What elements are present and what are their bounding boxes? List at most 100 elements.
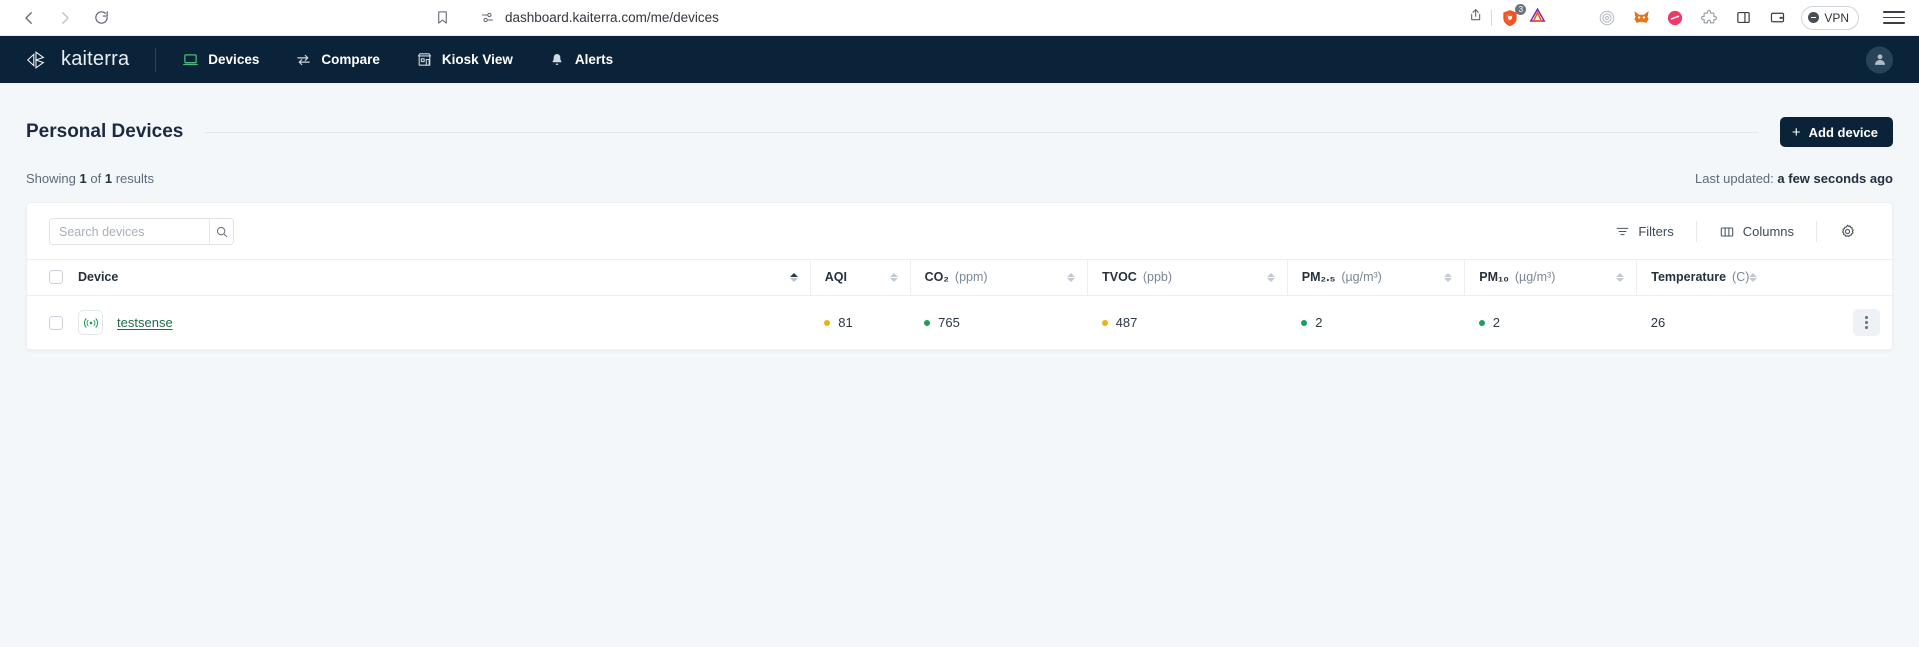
column-header-pm10[interactable]: PM₁₀ (µg/m³) — [1464, 259, 1637, 296]
reload-button[interactable] — [86, 3, 116, 33]
co2-value: 765 — [938, 315, 960, 330]
column-unit-temperature: (C) — [1732, 270, 1750, 284]
back-button[interactable] — [14, 3, 44, 33]
nav-item-compare[interactable]: Compare — [293, 47, 382, 72]
co2-status-dot — [924, 319, 931, 326]
column-unit-pm25: (µg/m³) — [1341, 270, 1382, 284]
brave-rewards-triangle-icon — [1529, 7, 1546, 22]
row-checkbox[interactable] — [49, 315, 63, 330]
nav-item-alerts[interactable]: Alerts — [547, 47, 615, 72]
device-name-link[interactable]: testsense — [117, 315, 173, 330]
column-header-temperature[interactable]: Temperature (C) — [1636, 259, 1892, 296]
filters-label: Filters — [1638, 224, 1674, 239]
nav-label-kiosk-view: Kiosk View — [441, 52, 513, 67]
table-row[interactable]: testsense 81 765 487 2 2 26 — [27, 295, 1892, 350]
nav-label-compare: Compare — [321, 52, 380, 67]
app-navigation-bar: kaiterra Devices Compare Kiosk View Aler… — [0, 36, 1919, 83]
co2-cell: 765 — [910, 295, 1088, 350]
nav-label-devices: Devices — [208, 52, 260, 67]
wallet-icon[interactable] — [1767, 8, 1787, 28]
vpn-status-icon — [1808, 12, 1820, 23]
toolbar-actions: Filters Columns — [1593, 221, 1870, 243]
forward-button[interactable] — [50, 3, 80, 33]
extensions-tray: VPN — [1597, 5, 1905, 30]
vpn-label: VPN — [1824, 10, 1849, 25]
sidebar-panel-icon[interactable] — [1733, 8, 1753, 28]
results-count: Showing 1 of 1 results — [26, 171, 154, 186]
devices-table: Device AQI CO₂ (ppm) TVOC (ppb) PM₂.₅ (µ… — [27, 259, 1892, 350]
column-header-pm25[interactable]: PM₂.₅ (µg/m³) — [1286, 259, 1465, 296]
page-content: Personal Devices + Add device Showing 1 … — [0, 83, 1919, 351]
shields-count-badge: 3 — [1515, 3, 1527, 15]
search-input[interactable] — [50, 219, 210, 244]
select-all-header — [27, 259, 79, 296]
brave-rewards-button[interactable] — [1528, 6, 1547, 30]
puzzle-extensions-icon[interactable] — [1699, 8, 1719, 28]
add-device-button[interactable]: + Add device — [1779, 117, 1893, 147]
chevron-right-icon — [62, 11, 69, 24]
reload-icon — [94, 11, 108, 24]
nav-item-devices[interactable]: Devices — [180, 47, 261, 72]
columns-icon — [1720, 226, 1733, 237]
spiral-extension-icon[interactable] — [1597, 8, 1617, 28]
browser-toolbar: dashboard.kaiterra.com/me/devices 3 VPN — [0, 0, 1919, 36]
sort-pm25[interactable] — [1444, 272, 1453, 282]
pm10-cell: 2 — [1464, 295, 1637, 350]
tvoc-status-dot — [1101, 319, 1108, 326]
sort-co2[interactable] — [1067, 272, 1076, 282]
nav-item-kiosk-view[interactable]: Kiosk View — [414, 47, 515, 72]
gear-icon — [1842, 224, 1854, 238]
table-head: Device AQI CO₂ (ppm) TVOC (ppb) PM₂.₅ (µ… — [27, 259, 1892, 296]
sort-device[interactable] — [789, 272, 798, 282]
brand-logo[interactable]: kaiterra — [26, 48, 129, 71]
filters-button[interactable]: Filters — [1593, 221, 1695, 243]
bookmark-icon — [437, 11, 447, 24]
column-header-co2[interactable]: CO₂ (ppm) — [909, 259, 1088, 296]
header-rule — [205, 131, 1758, 133]
bookmark-button[interactable] — [428, 4, 456, 32]
column-header-tvoc[interactable]: TVOC (ppb) — [1087, 259, 1288, 296]
share-icon[interactable] — [1467, 7, 1483, 28]
last-updated-value: a few seconds ago — [1777, 171, 1893, 186]
pink-circle-extension-icon[interactable] — [1665, 8, 1685, 28]
table-settings-button[interactable] — [1817, 221, 1870, 243]
brave-shields-button[interactable]: 3 — [1500, 3, 1527, 28]
sort-tvoc[interactable] — [1266, 272, 1275, 282]
address-bar-url[interactable]: dashboard.kaiterra.com/me/devices — [505, 10, 1457, 25]
pm25-value: 2 — [1315, 315, 1323, 330]
omnibox-actions: 3 — [1467, 3, 1547, 30]
column-header-device[interactable]: Device — [78, 259, 811, 296]
select-all-checkbox[interactable] — [49, 270, 63, 284]
sort-pm10[interactable] — [1616, 272, 1625, 282]
search-devices-wrap — [49, 218, 234, 245]
user-avatar-button[interactable] — [1866, 46, 1893, 73]
tvoc-value: 487 — [1115, 315, 1138, 330]
metamask-fox-icon[interactable] — [1631, 8, 1651, 28]
devices-card: Filters Columns — [26, 202, 1893, 351]
sort-aqi[interactable] — [889, 272, 898, 282]
plus-icon: + — [1791, 123, 1801, 141]
search-submit-button[interactable] — [209, 219, 233, 244]
address-bar[interactable]: dashboard.kaiterra.com/me/devices 3 — [466, 3, 1558, 32]
temperature-cell: 26 — [1636, 295, 1892, 350]
column-unit-co2: (ppm) — [954, 270, 988, 284]
page-header: Personal Devices + Add device — [26, 83, 1893, 147]
nav-label-alerts: Alerts — [574, 52, 614, 67]
column-header-aqi[interactable]: AQI — [809, 259, 911, 296]
user-avatar-icon — [1874, 54, 1885, 65]
page-title: Personal Devices — [26, 121, 184, 142]
browser-menu-button[interactable] — [1883, 7, 1905, 29]
kiosk-icon — [416, 51, 433, 68]
add-device-label: Add device — [1808, 124, 1878, 140]
showing-total: 1 — [104, 171, 113, 186]
aqi-cell: 81 — [810, 295, 911, 350]
sort-temperature[interactable] — [1749, 272, 1758, 282]
row-actions-menu-button[interactable] — [1853, 309, 1880, 336]
column-unit-tvoc: (ppb) — [1142, 270, 1173, 284]
vpn-button[interactable]: VPN — [1801, 5, 1859, 30]
site-settings-icon[interactable] — [480, 10, 495, 25]
temperature-value: 26 — [1650, 315, 1666, 330]
search-icon — [216, 226, 227, 237]
results-meta-row: Showing 1 of 1 results Last updated: a f… — [26, 171, 1893, 186]
columns-button[interactable]: Columns — [1697, 221, 1816, 243]
